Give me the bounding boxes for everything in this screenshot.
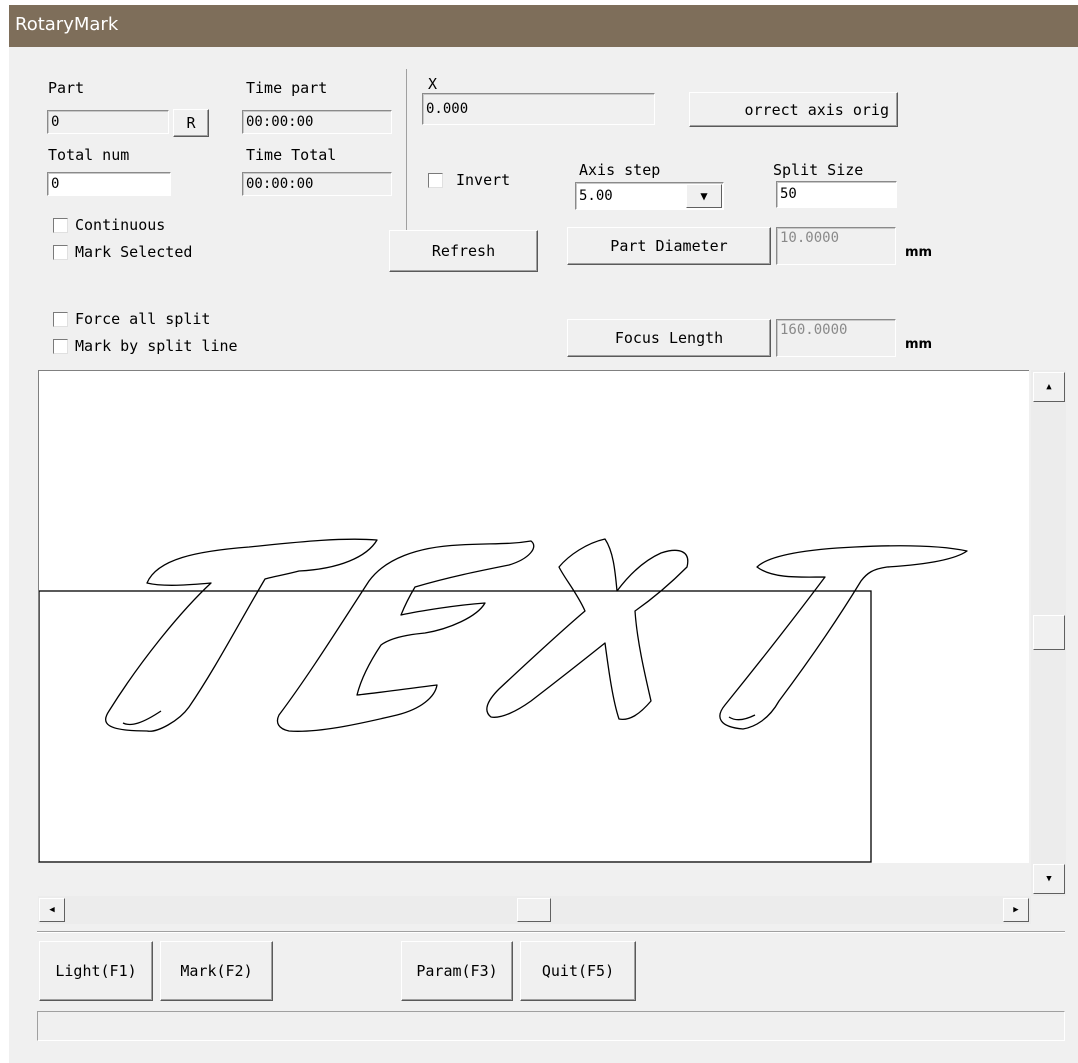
bottom-separator [37,931,1065,933]
time-total-label: Time Total [246,146,337,164]
invert-label: Invert [456,171,511,189]
time-part-label: Time part [246,79,328,97]
param-button[interactable]: Param(F3) [401,941,513,1001]
group-divider [406,69,407,239]
arrow-up-icon[interactable]: ▲ [1033,372,1065,402]
progress-bar [37,1011,1065,1041]
preview-drawing [39,538,968,863]
part-diameter-field[interactable]: 10.0000 [776,227,896,265]
x-axis-label: X [428,75,438,93]
force-all-split-checkbox[interactable] [53,312,68,327]
mark-button[interactable]: Mark(F2) [160,941,273,1001]
axis-step-value: 5.00 [579,188,613,204]
vertical-scroll-thumb[interactable] [1033,615,1065,650]
light-button[interactable]: Light(F1) [39,941,153,1001]
continuous-label: Continuous [75,216,166,234]
total-num-label: Total num [48,146,130,164]
text-outline-graphic [105,538,968,732]
rotary-mark-window: RotaryMark Part 0 R Time part 00:00:00 T… [9,5,1078,1063]
arrow-left-icon[interactable]: ◀ [39,898,65,922]
horizontal-scroll-thumb[interactable] [517,898,551,922]
invert-checkbox[interactable] [428,173,443,188]
correct-axis-origin-button[interactable]: orrect axis orig [689,92,898,127]
part-label: Part [48,79,85,97]
window-title: RotaryMark [15,14,119,35]
part-diameter-button[interactable]: Part Diameter [567,227,771,265]
force-all-split-label: Force all split [75,310,211,328]
refresh-button[interactable]: Refresh [389,230,538,272]
reset-part-button[interactable]: R [173,109,209,137]
mark-by-split-line-checkbox[interactable] [53,339,68,354]
axis-step-label: Axis step [579,161,661,179]
split-size-label: Split Size [773,161,864,179]
focus-length-button[interactable]: Focus Length [567,319,771,357]
title-bar[interactable]: RotaryMark [9,5,1078,47]
time-part-field: 00:00:00 [242,110,392,134]
part-field[interactable]: 0 [47,110,169,134]
preview-canvas[interactable] [38,370,1029,863]
mark-selected-label: Mark Selected [75,243,193,261]
arrow-down-icon[interactable]: ▼ [1033,864,1065,894]
part-diameter-unit: mm [905,245,933,260]
axis-step-select[interactable]: 5.00 ▼ [575,182,724,210]
continuous-checkbox[interactable] [53,218,68,233]
mark-selected-checkbox[interactable] [53,245,68,260]
total-num-field[interactable]: 0 [47,172,171,196]
quit-button[interactable]: Quit(F5) [520,941,636,1001]
focus-length-field[interactable]: 160.0000 [776,319,896,357]
split-size-field[interactable]: 50 [776,181,897,208]
arrow-right-icon[interactable]: ▶ [1003,898,1029,922]
dialog-client: Part 0 R Time part 00:00:00 Total num 0 … [9,47,1078,1063]
mark-by-split-line-label: Mark by split line [75,337,238,355]
time-total-field: 00:00:00 [242,172,392,196]
focus-length-unit: mm [905,337,933,352]
x-axis-field: 0.000 [422,93,655,125]
chevron-down-icon[interactable]: ▼ [686,184,722,208]
